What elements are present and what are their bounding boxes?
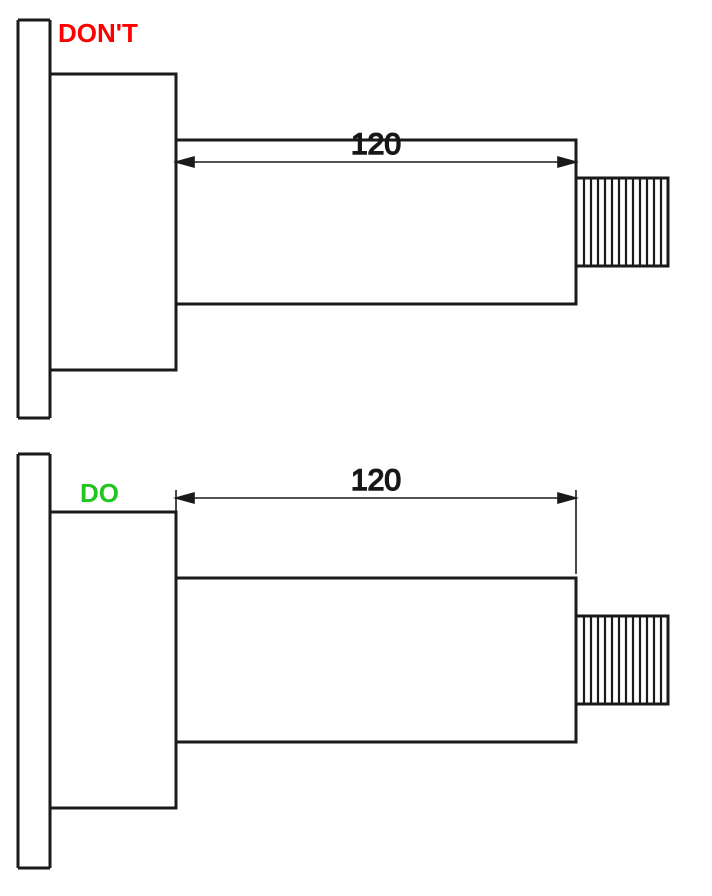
top-dimension-value: 120: [351, 128, 401, 161]
bottom-dimension: 120: [176, 464, 576, 574]
top-assembly: 120: [18, 20, 668, 418]
bottom-shaft: [176, 578, 576, 742]
top-shaft: [176, 140, 576, 304]
bottom-thread: [576, 616, 668, 704]
top-dimension: 120: [176, 128, 576, 167]
do-label: DO: [80, 478, 119, 509]
technical-drawing: 120: [0, 0, 712, 896]
dont-label: DON'T: [58, 18, 138, 49]
bottom-dimension-value: 120: [351, 464, 401, 497]
top-back-plate: [18, 20, 50, 418]
top-mid-block: [50, 74, 176, 370]
bottom-assembly: 120: [18, 454, 668, 868]
bottom-mid-block: [50, 512, 176, 808]
bottom-back-plate: [18, 454, 50, 868]
top-thread: [576, 178, 668, 266]
